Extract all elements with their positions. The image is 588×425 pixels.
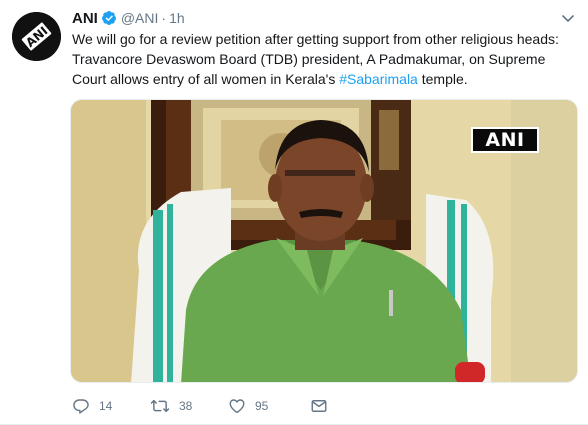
author-handle[interactable]: @ANI: [121, 10, 159, 26]
ani-logo: ANI: [12, 12, 61, 61]
media-watermark: ANI: [471, 127, 539, 153]
like-count: 95: [255, 399, 269, 413]
retweet-icon: [150, 397, 170, 415]
reply-count: 14: [99, 399, 113, 413]
reply-icon: [72, 397, 90, 415]
tweet-header: ANI @ANI · 1h: [72, 9, 185, 31]
tweet-text: We will go for a review petition after g…: [72, 29, 578, 89]
tweet-actions: 14 38 95: [72, 396, 328, 416]
direct-message-button[interactable]: [310, 397, 328, 415]
tweet-text-tail: temple.: [417, 71, 468, 87]
tweet-text-body: We will go for a review petition after g…: [72, 31, 559, 87]
tweet-timestamp[interactable]: 1h: [169, 10, 185, 26]
retweet-button[interactable]: 38: [150, 397, 228, 415]
chevron-down-icon[interactable]: [560, 10, 576, 26]
author-name[interactable]: ANI: [72, 10, 98, 27]
tweet-card[interactable]: ANI ANI @ANI · 1h We will go for a review p…: [0, 0, 588, 425]
author-avatar[interactable]: ANI: [12, 12, 61, 61]
verified-badge-icon: [101, 10, 117, 31]
hashtag-link[interactable]: #Sabarimala: [339, 71, 418, 87]
like-button[interactable]: 95: [228, 397, 310, 415]
direct-message-icon: [310, 397, 328, 415]
header-separator: ·: [161, 10, 167, 26]
tweet-media-image[interactable]: ANI: [70, 99, 578, 383]
retweet-count: 38: [179, 399, 193, 413]
media-watermark-text: ANI: [485, 129, 525, 151]
reply-button[interactable]: 14: [72, 397, 150, 415]
heart-icon: [228, 397, 246, 415]
